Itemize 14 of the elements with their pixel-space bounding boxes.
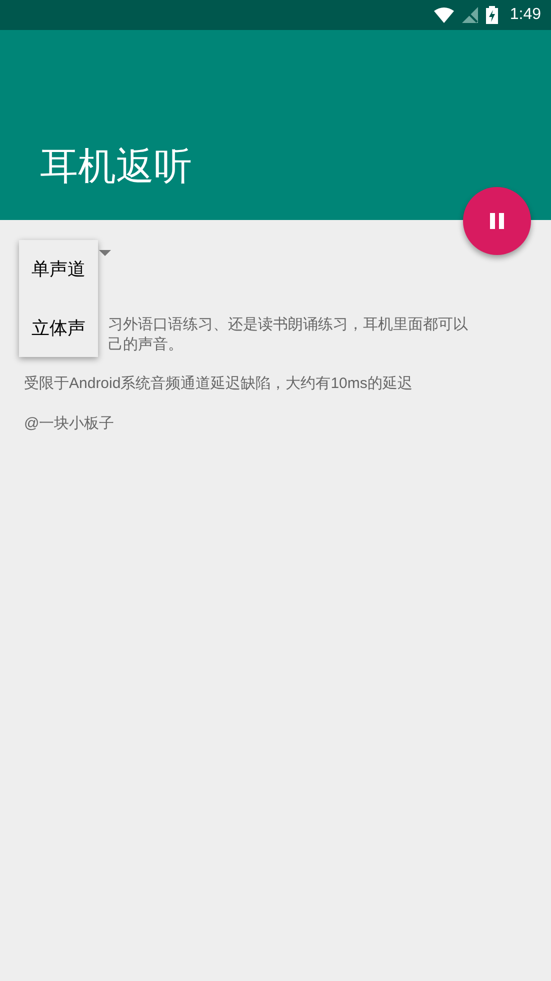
battery-charging-icon [486,6,498,24]
dropdown-caret-icon[interactable] [99,250,111,256]
pause-button[interactable] [463,187,531,255]
wifi-icon [434,7,454,23]
menu-item[interactable]: 单声道 [32,257,86,282]
note-text: @一块小板子 [24,414,116,434]
menu-item[interactable]: 立体声 [32,316,86,340]
no-signal-icon [462,7,478,23]
app-title: 耳机返听 [40,144,192,190]
status-time: 1:49 [510,6,541,24]
note-text: 受限于Android系统音频通道延迟缺陷，大约有10ms的延迟 [24,374,414,394]
description-text: 己的声音。 [108,334,184,354]
pause-icon [488,212,506,230]
description-text: 习外语口语练习、还是读书朗诵练习，耳机里面都可以 [108,314,469,334]
